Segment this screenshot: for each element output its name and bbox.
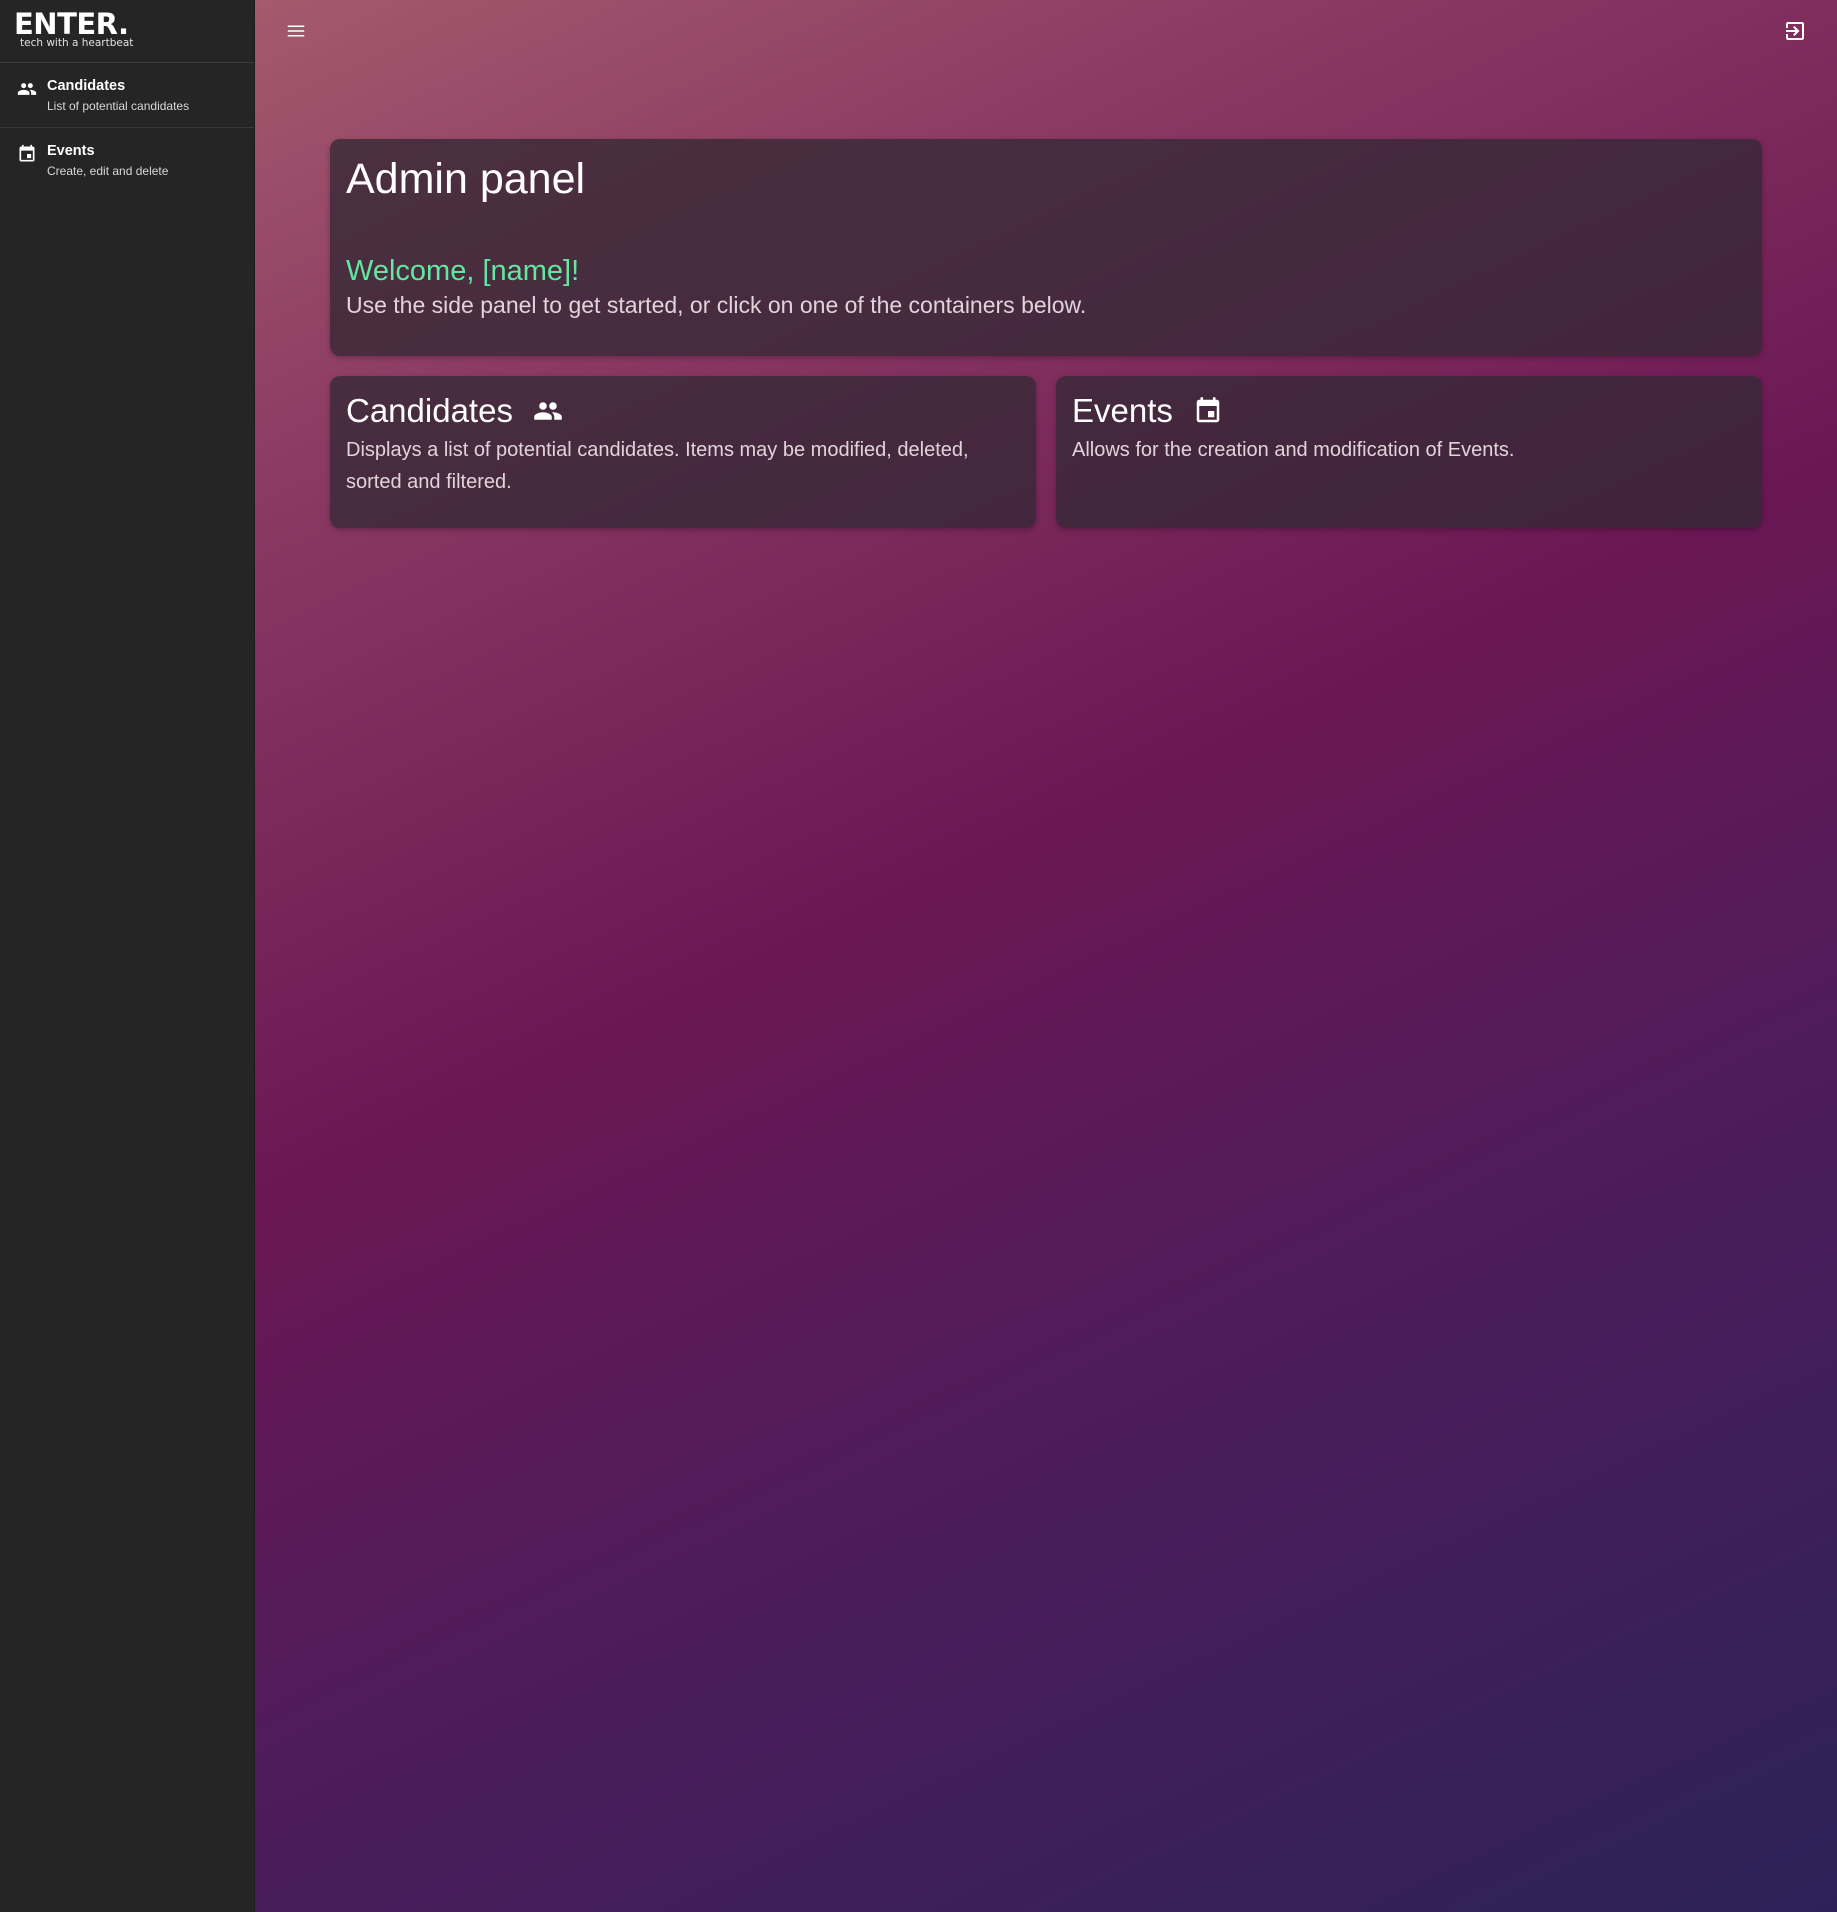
card-title: Candidates [346,392,513,429]
calendar-icon [17,144,37,164]
logo-tagline: tech with a heartbeat [20,37,134,49]
card-header: Events [1072,390,1746,432]
sidebar-item-label: Candidates [47,78,126,94]
card-header: Candidates [346,390,1020,432]
sidebar-item-text: Candidates List of potential candidates [47,77,189,114]
events-card[interactable]: Events Allows for the creation and modif… [1056,376,1762,528]
sidebar: ENTER. tech with a heartbeat Candidates … [0,0,255,1912]
card-description: Allows for the creation and modification… [1072,439,1515,461]
hamburger-menu-icon[interactable] [285,20,307,42]
card-title: Events [1072,392,1173,429]
welcome-message: Welcome, [name]! [346,255,580,287]
calendar-icon [1193,396,1223,426]
sidebar-item-subtitle: Create, edit and delete [47,164,169,178]
sidebar-item-text: Events Create, edit and delete [47,142,168,179]
people-icon [533,396,563,426]
card-description: Displays a list of potential candidates.… [346,439,969,493]
sidebar-item-label: Events [47,143,95,159]
sidebar-item-events[interactable]: Events Create, edit and delete [0,128,254,193]
page-title: Admin panel [346,155,586,203]
people-icon [17,79,37,99]
logo-wordmark: ENTER. [14,7,129,41]
candidates-card[interactable]: Candidates Displays a list of potential … [330,376,1036,528]
admin-panel-card: Admin panel Welcome, [name]! Use the sid… [330,139,1762,356]
admin-description: Use the side panel to get started, or cl… [346,292,1087,318]
logout-icon[interactable] [1783,19,1807,43]
brand-logo[interactable]: ENTER. tech with a heartbeat [0,0,254,63]
main-content: Admin panel Welcome, [name]! Use the sid… [255,0,1837,1912]
sidebar-item-subtitle: List of potential candidates [47,99,190,113]
sidebar-item-candidates[interactable]: Candidates List of potential candidates [0,63,254,128]
